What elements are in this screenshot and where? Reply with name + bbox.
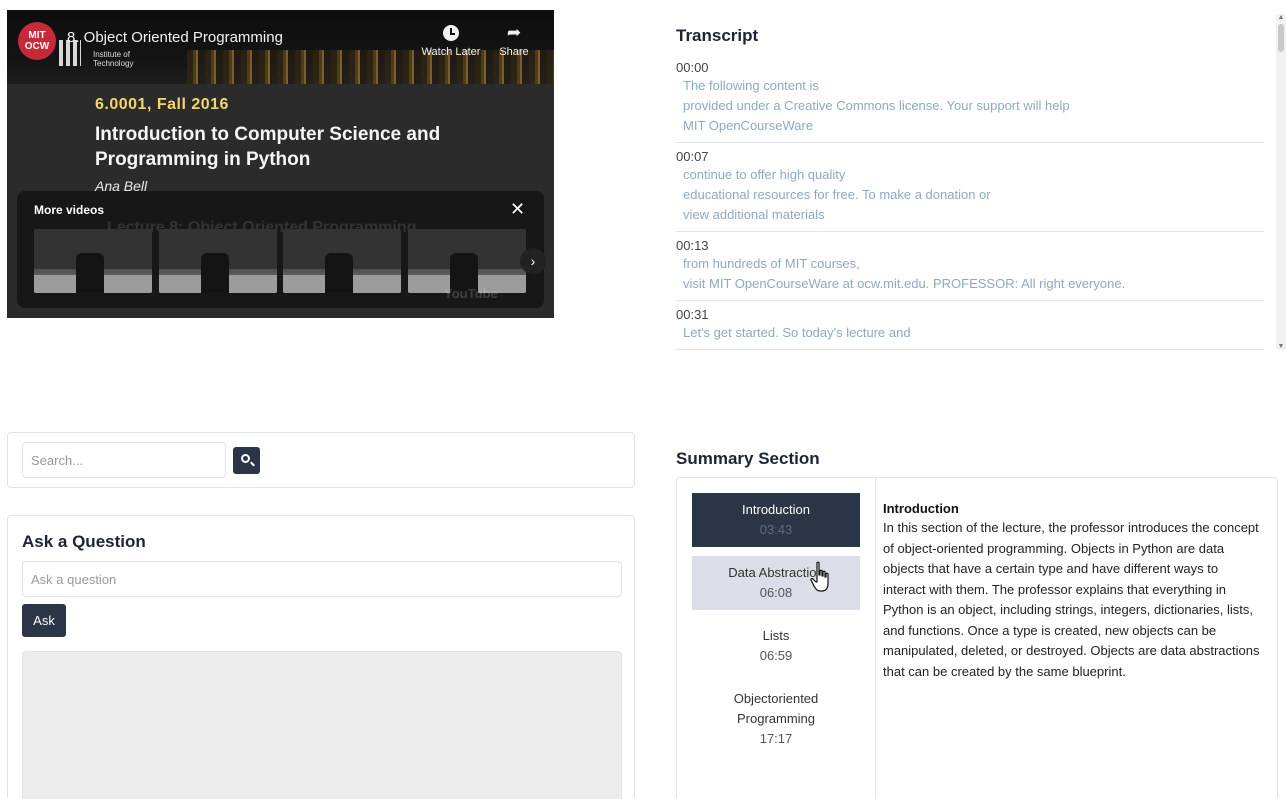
summary-nav: Introduction 03:43 Data Abstraction 06:0… xyxy=(677,478,876,799)
transcript-entry[interactable]: 00:00 The following content is provided un… xyxy=(676,54,1264,143)
transcript-entry[interactable]: 00:13 from hundreds of MIT courses, visit … xyxy=(676,232,1264,301)
transcript-timestamp[interactable]: 00:07 xyxy=(676,149,1264,165)
video-title[interactable]: 8. Object Oriented Programming xyxy=(67,29,283,46)
share-arrow-icon: ➦ xyxy=(506,23,522,42)
youtube-watermark[interactable]: YouTube xyxy=(444,286,498,301)
watch-later-button[interactable]: Watch Later xyxy=(413,22,489,58)
more-videos-label: More videos xyxy=(34,203,105,217)
transcript-entry[interactable]: 00:31 Let's get started. So today's lectu… xyxy=(676,301,1264,350)
hand-cursor-icon xyxy=(810,561,829,592)
answer-output-area xyxy=(22,651,622,799)
search-button[interactable] xyxy=(233,447,260,474)
search-panel xyxy=(7,432,635,488)
mit-ocw-logo[interactable]: MIT OCW xyxy=(18,22,56,60)
transcript-line: from hundreds of MIT courses, xyxy=(683,256,860,271)
course-code: 6.0001, Fall 2016 xyxy=(95,96,229,113)
video-thumbnail[interactable] xyxy=(283,229,401,293)
summary-item-data-abstraction[interactable]: Data Abstraction 06:08 xyxy=(692,556,860,610)
summary-item-object-oriented-programming[interactable]: Objectoriented Programming 17:17 xyxy=(715,682,837,758)
question-input[interactable] xyxy=(22,561,622,597)
transcript-line: view additional materials xyxy=(683,207,825,222)
transcript-list[interactable]: 00:00 The following content is provided un… xyxy=(676,54,1264,350)
summary-item-lists[interactable]: Lists 06:59 xyxy=(692,619,860,673)
institute-caption: Institute of Technology xyxy=(93,50,134,68)
transcript-timestamp[interactable]: 00:31 xyxy=(676,307,1264,323)
summary-title: Summary Section xyxy=(676,449,820,468)
search-input[interactable] xyxy=(22,442,226,478)
transcript-title: Transcript xyxy=(676,26,759,45)
clock-icon xyxy=(413,22,489,46)
video-thumbnail[interactable] xyxy=(408,229,526,293)
summary-content: Introduction In this section of the lect… xyxy=(883,500,1261,682)
transcript-line: provided under a Creative Commons licens… xyxy=(683,98,1070,113)
video-thumbnail[interactable] xyxy=(34,229,152,293)
transcript-line: MIT OpenCourseWare xyxy=(683,118,814,133)
ask-question-panel: Ask a Question Ask xyxy=(7,515,635,799)
scroll-down-icon[interactable]: ▼ xyxy=(1277,343,1285,350)
transcript-line: Let's get started. So today's lecture an… xyxy=(683,325,911,340)
transcript-line: visit MIT OpenCourseWare at ocw.mit.edu.… xyxy=(683,276,1126,291)
summary-content-heading: Introduction xyxy=(883,501,959,516)
transcript-entry[interactable]: 00:07 continue to offer high quality educa… xyxy=(676,143,1264,232)
share-button[interactable]: ➦ Share xyxy=(493,22,535,58)
ask-button[interactable]: Ask xyxy=(22,604,66,637)
transcript-line: educational resources for free. To make … xyxy=(683,187,991,202)
course-title: Introduction to Computer Science and Pro… xyxy=(95,124,441,170)
video-player[interactable]: MIT OCW Institute of Technology 8. Object… xyxy=(7,10,554,318)
ask-question-title: Ask a Question xyxy=(22,532,146,551)
chevron-right-icon[interactable]: › xyxy=(520,248,546,274)
search-icon xyxy=(241,454,250,463)
scrollbar-thumb[interactable] xyxy=(1278,24,1284,52)
summary-panel: Introduction 03:43 Data Abstraction 06:0… xyxy=(676,477,1278,799)
close-icon[interactable]: ✕ xyxy=(510,199,525,220)
video-thumbnail[interactable] xyxy=(159,229,277,293)
transcript-line: The following content is xyxy=(683,78,819,93)
scroll-up-icon[interactable]: ▲ xyxy=(1277,14,1285,21)
summary-item-introduction[interactable]: Introduction 03:43 xyxy=(692,493,860,547)
transcript-timestamp[interactable]: 00:00 xyxy=(676,60,1264,76)
transcript-timestamp[interactable]: 00:13 xyxy=(676,238,1264,254)
summary-content-text: In this section of the lecture, the prof… xyxy=(883,520,1260,679)
transcript-scrollbar[interactable]: ▲ ▼ xyxy=(1276,14,1286,350)
transcript-line: continue to offer high quality xyxy=(683,167,846,182)
